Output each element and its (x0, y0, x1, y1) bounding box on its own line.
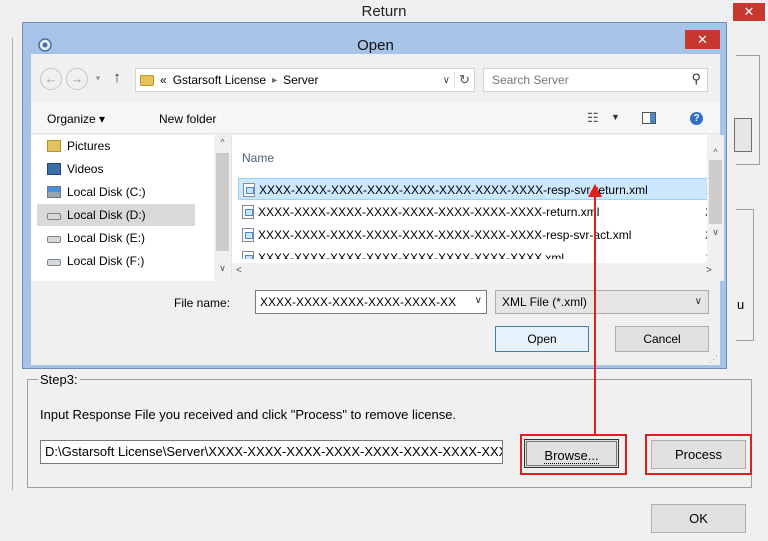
preview-pane-icon[interactable] (642, 112, 656, 124)
refresh-icon[interactable]: ↻ (454, 72, 474, 88)
pictures-folder-icon (47, 140, 61, 152)
file-type-select[interactable]: XML File (*.xml) ∨ (495, 290, 709, 314)
scroll-down-icon[interactable]: ∨ (707, 227, 724, 238)
nav-item-pictures[interactable]: Pictures (37, 135, 195, 157)
nav-item-label: Local Disk (C:) (67, 185, 146, 199)
open-file-dialog: Open ✕ ← → ▾ ↑ « Gstarsoft License ▸ Ser… (22, 22, 727, 369)
file-name-label: File name: (174, 296, 231, 310)
forward-arrow-icon[interactable]: → (66, 68, 88, 90)
resize-grip-icon[interactable]: ⋰ (709, 354, 718, 365)
address-dropdown-icon[interactable]: ∨ (443, 75, 450, 86)
browse-highlight-box (520, 434, 627, 475)
recent-locations-dropdown-icon[interactable]: ▾ (91, 68, 105, 90)
file-list-horizontal-scrollbar[interactable]: < > (232, 263, 724, 281)
step3-group (27, 379, 752, 488)
step3-instruction: Input Response File you received and cli… (40, 407, 457, 422)
navigation-pane: Pictures Videos Local Disk (C:) Local Di… (31, 135, 214, 281)
process-highlight-box (645, 434, 752, 475)
organize-button[interactable]: Organize ▾ (47, 112, 105, 126)
xml-file-icon (242, 251, 254, 259)
file-row[interactable]: XXXX-XXXX-XXXX-XXXX-XXXX-XXXX-XXXX-XXXX-… (238, 201, 712, 223)
ok-button[interactable]: OK (651, 504, 746, 533)
file-name-value: XXXX-XXXX-XXXX-XXXX-XXXX-XX (260, 295, 457, 309)
breadcrumb-overflow[interactable]: « (160, 73, 167, 87)
search-input[interactable]: Search Server ⚲ (483, 68, 708, 92)
step3-label: Step3: (38, 372, 80, 387)
nav-item-label: Pictures (67, 139, 111, 153)
chevron-down-icon[interactable]: ∨ (471, 295, 482, 306)
column-header-name[interactable]: Name (242, 151, 274, 165)
return-dialog-left-edge (12, 38, 13, 490)
nav-item-local-disk-c[interactable]: Local Disk (C:) (37, 181, 195, 203)
scroll-up-icon[interactable]: ^ (214, 137, 231, 147)
help-icon[interactable]: ? (690, 112, 703, 125)
cancel-button[interactable]: Cancel (615, 326, 709, 352)
view-dropdown-icon[interactable]: ▼ (611, 112, 620, 122)
return-step2-partial-text: u (737, 297, 745, 312)
return-step1-button[interactable] (734, 118, 752, 152)
open-dialog-body: ← → ▾ ↑ « Gstarsoft License ▸ Server ∨ ↻… (31, 54, 724, 365)
return-step2-group (736, 209, 754, 341)
file-name-input[interactable]: XXXX-XXXX-XXXX-XXXX-XXXX-XX ∨ (255, 290, 487, 314)
folder-icon (140, 74, 154, 86)
file-row[interactable]: XXXX-XXXX-XXXX-XXXX-XXXX-XXXX-XXXX-XXXX-… (238, 224, 712, 246)
toolbar: Organize ▾ New folder ☷ ▼ ? (31, 102, 720, 134)
search-icon: ⚲ (691, 71, 701, 86)
open-dialog-title: Open (357, 37, 394, 54)
nav-item-label: Local Disk (E:) (67, 231, 146, 245)
nav-item-local-disk-e[interactable]: Local Disk (E:) (37, 227, 195, 249)
nav-item-label: Videos (67, 162, 104, 176)
file-name: XXXX-XXXX-XXXX-XXXX-XXXX-XXXX-XXXX-XXXX.… (258, 251, 565, 259)
nav-item-local-disk-f[interactable]: Local Disk (F:) (37, 250, 195, 272)
scroll-right-icon[interactable]: > (706, 265, 712, 276)
file-list-vertical-scrollbar[interactable]: ^ ∨ (707, 135, 724, 263)
open-button[interactable]: Open (495, 326, 589, 352)
file-row[interactable]: XXXX-XXXX-XXXX-XXXX-XXXX-XXXX-XXXX-XXXX-… (238, 178, 713, 200)
drive-icon (47, 236, 61, 243)
system-drive-icon (47, 186, 61, 198)
response-file-path-input[interactable]: D:\Gstarsoft License\Server\XXXX-XXXX-XX… (40, 440, 503, 464)
address-bar[interactable]: « Gstarsoft License ▸ Server ∨ ↻ (135, 68, 475, 92)
nav-item-label: Local Disk (D:) (67, 208, 146, 222)
chevron-down-icon: ∨ (694, 296, 702, 307)
videos-folder-icon (47, 163, 61, 175)
file-name: XXXX-XXXX-XXXX-XXXX-XXXX-XXXX-XXXX-XXXX-… (258, 228, 632, 242)
xml-file-icon (242, 205, 254, 219)
nav-pane-scrollbar[interactable]: ^ ∨ (214, 135, 231, 281)
nav-item-local-disk-d[interactable]: Local Disk (D:) (37, 204, 195, 226)
scroll-thumb[interactable] (216, 153, 229, 251)
drive-icon (47, 259, 61, 266)
file-name: XXXX-XXXX-XXXX-XXXX-XXXX-XXXX-XXXX-XXXX-… (258, 205, 600, 219)
file-list: Name D XXXX-XXXX-XXXX-XXXX-XXXX-XXXX-XXX… (232, 135, 724, 281)
breadcrumb-separator-icon: ▸ (272, 74, 278, 86)
xml-file-icon (243, 183, 255, 197)
drive-icon (47, 213, 61, 220)
scroll-left-icon[interactable]: < (236, 265, 242, 276)
open-close-button[interactable]: ✕ (685, 30, 720, 49)
nav-item-videos[interactable]: Videos (37, 158, 195, 180)
breadcrumb-server[interactable]: Server (283, 73, 318, 87)
search-placeholder: Search Server (492, 73, 569, 87)
file-type-value: XML File (*.xml) (502, 295, 587, 309)
scroll-thumb[interactable] (709, 160, 722, 224)
return-dialog-title: Return (361, 3, 407, 20)
breadcrumb-gstarsoft-license[interactable]: Gstarsoft License (173, 73, 266, 87)
up-arrow-icon[interactable]: ↑ (107, 68, 127, 90)
xml-file-icon (242, 228, 254, 242)
scroll-down-icon[interactable]: ∨ (214, 263, 231, 274)
file-row[interactable]: XXXX-XXXX-XXXX-XXXX-XXXX-XXXX-XXXX-XXXX.… (238, 247, 710, 259)
view-options-icon[interactable]: ☷ (587, 110, 599, 126)
file-name: XXXX-XXXX-XXXX-XXXX-XXXX-XXXX-XXXX-XXXX-… (259, 183, 648, 197)
nav-item-label: Local Disk (F:) (67, 254, 145, 268)
return-close-button[interactable]: ✕ (733, 3, 765, 21)
back-arrow-icon[interactable]: ← (40, 68, 62, 90)
new-folder-button[interactable]: New folder (159, 112, 216, 126)
scroll-up-icon[interactable]: ^ (707, 147, 724, 157)
